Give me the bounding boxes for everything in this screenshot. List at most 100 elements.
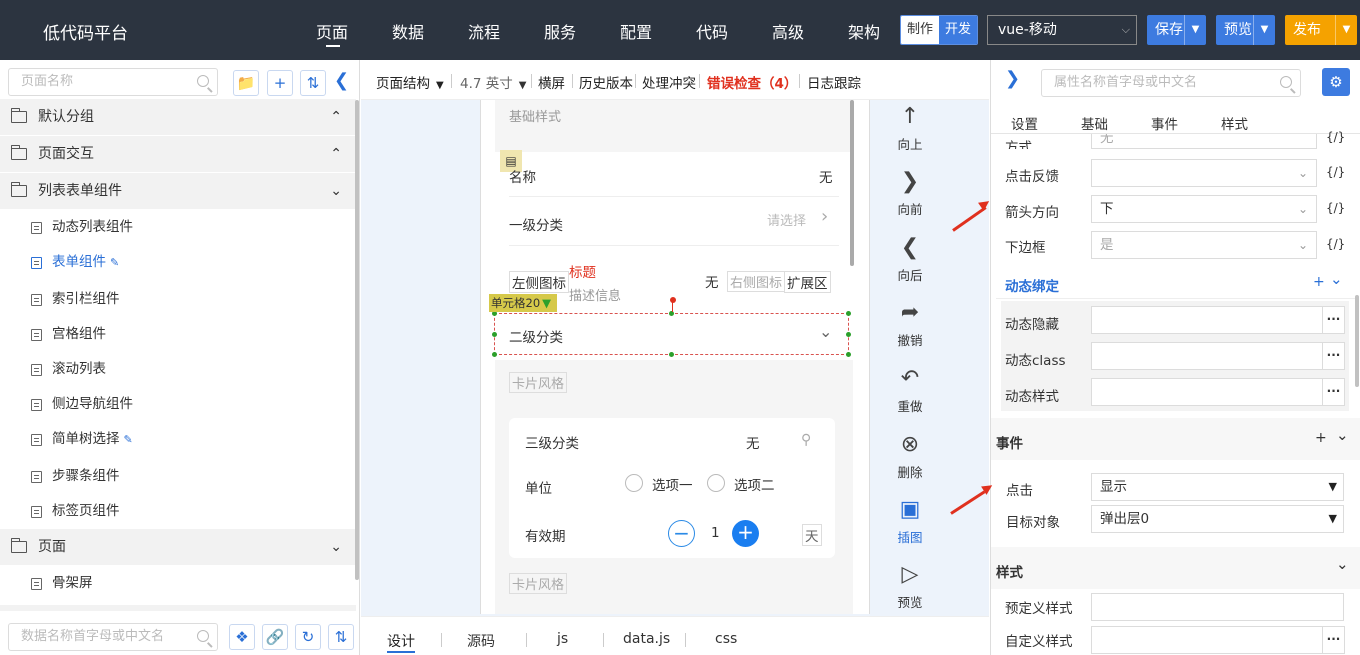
- nav-flow[interactable]: 流程: [468, 19, 500, 43]
- target-select[interactable]: 弹出层0 ▼: [1091, 505, 1344, 533]
- chevron-down-icon[interactable]: ⌄: [330, 173, 342, 209]
- more-icon[interactable]: ···: [1323, 626, 1345, 654]
- nav-advanced[interactable]: 高级: [772, 19, 804, 43]
- refresh-icon[interactable]: ↻: [295, 624, 321, 650]
- left-scrollbar[interactable]: [355, 100, 359, 580]
- arrow-direction-select[interactable]: 下 ⌄: [1091, 195, 1317, 223]
- dynamic-style-input[interactable]: [1091, 378, 1323, 406]
- gear-icon[interactable]: ⚙: [1322, 68, 1350, 96]
- page-structure-dropdown[interactable]: 页面结构 ▼: [376, 72, 444, 92]
- dynamic-class-input[interactable]: [1091, 342, 1323, 370]
- caret-down-icon[interactable]: ▼: [1335, 15, 1357, 45]
- chevron-down-icon[interactable]: ⌄: [330, 529, 342, 565]
- radio-option1[interactable]: [625, 474, 643, 492]
- radio-option2[interactable]: [707, 474, 725, 492]
- formula-icon[interactable]: {/}: [1326, 237, 1345, 251]
- save-button[interactable]: 保存 ▼: [1147, 15, 1206, 45]
- tab-settings[interactable]: 设置: [1011, 113, 1038, 133]
- tab-style[interactable]: 样式: [1221, 113, 1248, 133]
- caret-down-icon[interactable]: ▼: [1253, 15, 1275, 45]
- chevron-up-icon[interactable]: ⌃: [330, 136, 342, 172]
- list-item[interactable]: 标签页组件: [0, 494, 356, 529]
- group-page-interaction[interactable]: 页面交互 ⌃: [0, 136, 356, 172]
- more-icon[interactable]: ···: [1323, 378, 1345, 406]
- list-item[interactable]: 滚动列表: [0, 352, 356, 387]
- formula-icon[interactable]: {/}: [1326, 201, 1345, 215]
- add-icon[interactable]: +: [1315, 430, 1327, 446]
- nav-config[interactable]: 配置: [620, 19, 652, 43]
- plus-icon[interactable]: +: [732, 520, 759, 547]
- nav-data[interactable]: 数据: [392, 19, 424, 43]
- minus-icon[interactable]: −: [668, 520, 695, 547]
- phone-scrollbar[interactable]: [850, 100, 854, 266]
- move-up-tool[interactable]: ↑ 向上: [890, 104, 930, 153]
- conflict-button[interactable]: 处理冲突: [642, 72, 696, 92]
- group-page[interactable]: 页面 ⌄: [0, 529, 356, 565]
- group-default[interactable]: 默认分组 ⌃: [0, 99, 356, 135]
- formula-icon[interactable]: {/}: [1326, 130, 1345, 144]
- tab-css[interactable]: css: [715, 631, 737, 647]
- tab-source[interactable]: 源码: [467, 631, 495, 651]
- landscape-button[interactable]: 横屏: [538, 72, 565, 92]
- link-icon[interactable]: 🔗: [262, 624, 288, 650]
- rotate-handle[interactable]: [670, 297, 676, 303]
- more-icon[interactable]: ···: [1323, 306, 1345, 334]
- collapse-panel-icon[interactable]: ❮: [334, 70, 349, 91]
- resize-handle[interactable]: [846, 332, 851, 337]
- tab-events[interactable]: 事件: [1151, 113, 1178, 133]
- click-event-select[interactable]: 显示 ▼: [1091, 473, 1344, 501]
- resize-handle[interactable]: [492, 352, 497, 357]
- list-item[interactable]: 宫格组件: [0, 317, 356, 352]
- add-folder-icon[interactable]: 📁: [233, 70, 259, 96]
- data-search-input[interactable]: 数据名称首字母或中文名: [8, 623, 218, 651]
- pin-icon[interactable]: ❖: [229, 624, 255, 650]
- tab-js[interactable]: js: [557, 631, 568, 647]
- tab-design[interactable]: 设计: [387, 631, 415, 651]
- list-item[interactable]: 骨架屏: [0, 566, 356, 601]
- publish-button[interactable]: 发布 ▼: [1285, 15, 1357, 45]
- backward-tool[interactable]: ❮ 向后: [890, 235, 930, 284]
- custom-style-input[interactable]: [1091, 626, 1323, 654]
- bottom-border-select[interactable]: 是 ⌄: [1091, 231, 1317, 259]
- list-item[interactable]: 步骤条组件: [0, 459, 356, 494]
- list-item[interactable]: 动态列表组件: [0, 210, 356, 245]
- insert-image-tool[interactable]: ▣ 插图: [890, 497, 930, 546]
- list-item[interactable]: 侧边导航组件: [0, 387, 356, 422]
- chevron-down-icon[interactable]: ⌄: [1336, 426, 1349, 444]
- preview-button[interactable]: 预览 ▼: [1216, 15, 1275, 45]
- level1-placeholder[interactable]: 请选择: [767, 210, 806, 229]
- list-item[interactable]: 简单树选择 ✎: [0, 422, 356, 457]
- tab-basic[interactable]: 基础: [1081, 113, 1108, 133]
- platform-select[interactable]: vue-移动 ⌵: [987, 15, 1137, 45]
- preview-tool[interactable]: ▷ 预览: [890, 562, 930, 611]
- nav-architecture[interactable]: 架构: [848, 19, 880, 43]
- search-icon[interactable]: ⚲: [801, 432, 811, 448]
- log-button[interactable]: 日志跟踪: [807, 72, 861, 92]
- more-icon[interactable]: ···: [1323, 342, 1345, 370]
- method-select[interactable]: 无: [1091, 134, 1317, 149]
- resize-handle[interactable]: [846, 311, 851, 316]
- chevron-down-icon[interactable]: ⌄: [1336, 555, 1349, 573]
- expand-panel-icon[interactable]: ❯: [1005, 68, 1020, 89]
- group-list-form[interactable]: 列表表单组件 ⌄: [0, 173, 356, 209]
- sort-icon[interactable]: ⇅: [328, 624, 354, 650]
- cell-tag[interactable]: 单元格20 ▼: [489, 294, 557, 312]
- dynamic-hide-input[interactable]: [1091, 306, 1323, 334]
- history-button[interactable]: 历史版本: [579, 72, 633, 92]
- list-item[interactable]: 索引栏组件: [0, 282, 356, 317]
- list-item-active[interactable]: 表单组件 ✎: [0, 245, 356, 280]
- preset-style-input[interactable]: [1091, 593, 1344, 621]
- mode-dev-button[interactable]: 开发: [939, 16, 978, 44]
- click-feedback-select[interactable]: ⌄: [1091, 159, 1317, 187]
- nav-page[interactable]: 页面: [316, 19, 348, 43]
- resize-handle[interactable]: [669, 352, 674, 357]
- error-check-button[interactable]: 错误检查（4）: [707, 72, 797, 92]
- sort-icon[interactable]: ⇅: [300, 70, 326, 96]
- selected-cell-outline[interactable]: [494, 313, 849, 355]
- caret-down-icon[interactable]: ▼: [1184, 15, 1206, 45]
- add-icon[interactable]: +: [267, 70, 293, 96]
- nav-code[interactable]: 代码: [696, 19, 728, 43]
- chevron-up-icon[interactable]: ⌃: [330, 99, 342, 135]
- redo-tool[interactable]: ↶ 重做: [890, 366, 930, 415]
- add-icon[interactable]: +: [1313, 274, 1325, 290]
